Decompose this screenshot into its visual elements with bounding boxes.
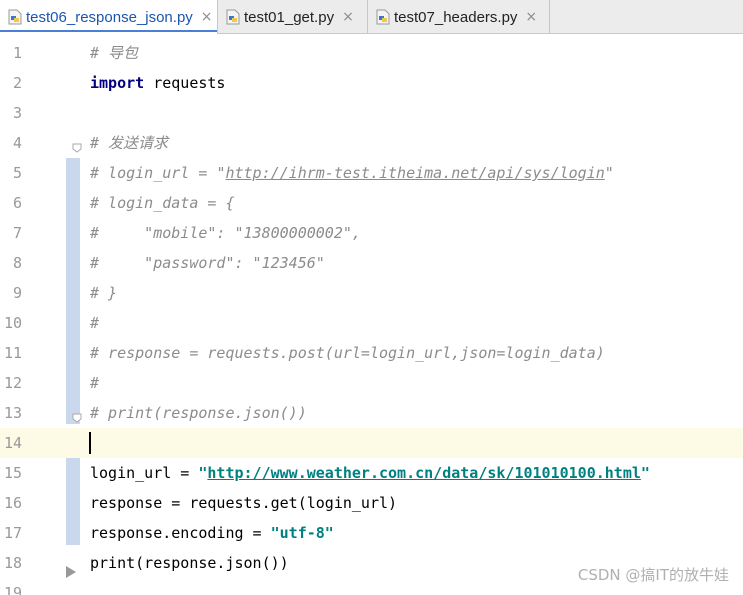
line-number: 9 — [12, 284, 22, 302]
line-number: 8 — [12, 254, 22, 272]
line-number: 15 — [3, 464, 22, 482]
text-caret — [89, 432, 91, 454]
python-file-icon — [376, 9, 390, 25]
code-token: # — [90, 374, 100, 392]
line-number: 1 — [12, 44, 22, 62]
code-token: # login_data = { — [90, 194, 235, 212]
code-token: requests — [144, 74, 226, 92]
close-icon[interactable]: × — [342, 9, 354, 25]
line-number: 19 — [3, 584, 22, 595]
code-token: response = requests.get(login_url) — [90, 494, 398, 512]
fold-icon[interactable] — [72, 408, 82, 423]
code-token: # 导包 — [90, 44, 139, 62]
code-text: response.encoding = "utf-8" — [90, 518, 334, 548]
code-token: login_url = — [90, 464, 199, 482]
code-text: # login_data = { — [90, 188, 235, 218]
code-line[interactable]: 13 # print(response.json()) — [0, 398, 743, 428]
code-token: # "password": "123456" — [90, 254, 325, 272]
code-editor[interactable]: 1 # 导包 2 import requests 3 4 # 发送请求 5 # login_ur… — [0, 34, 743, 595]
code-line[interactable]: 3 — [0, 98, 743, 128]
fold-icon[interactable] — [72, 138, 82, 153]
code-line[interactable]: 5 # login_url = "http://ihrm-test.itheima… — [0, 158, 743, 188]
line-number: 16 — [3, 494, 22, 512]
code-line[interactable]: 7 # "mobile": "13800000002", — [0, 218, 743, 248]
line-number: 3 — [12, 104, 22, 122]
line-number: 12 — [3, 374, 22, 392]
code-token: response.encoding = — [90, 524, 271, 542]
code-line[interactable]: 14 — [0, 428, 743, 458]
line-number: 13 — [3, 404, 22, 422]
code-text: # 导包 — [90, 38, 138, 68]
python-file-icon — [8, 9, 22, 25]
line-number: 14 — [3, 434, 22, 452]
code-line[interactable]: 16 response = requests.get(login_url) — [0, 488, 743, 518]
line-number: 17 — [3, 524, 22, 542]
run-arrow-icon[interactable] — [66, 566, 76, 578]
close-icon[interactable]: × — [201, 9, 213, 25]
code-text: # response = requests.post(url=login_url… — [90, 338, 605, 368]
code-token: # — [90, 314, 100, 332]
code-token: # response = requests.post(url=login_url… — [90, 344, 605, 362]
code-token: http://ihrm-test.itheima.net/api/sys/log… — [225, 164, 605, 182]
code-token: # 发送请求 — [90, 134, 169, 152]
code-line[interactable]: 11 # response = requests.post(url=login_u… — [0, 338, 743, 368]
code-text: import requests — [90, 68, 225, 98]
line-number: 5 — [12, 164, 22, 182]
code-token: import — [90, 74, 145, 92]
code-text: # "mobile": "13800000002", — [90, 218, 361, 248]
tab-label: test06_response_json.py — [26, 8, 193, 26]
line-number: 11 — [3, 344, 22, 362]
code-token: " — [604, 164, 614, 182]
editor-tab-bar: test06_response_json.py × test01_get.py … — [0, 0, 743, 34]
code-token: "utf-8" — [270, 524, 334, 542]
code-text: print(response.json()) — [90, 548, 289, 578]
watermark: CSDN @搞IT的放牛娃 — [577, 566, 729, 584]
code-line[interactable]: 9 # } — [0, 278, 743, 308]
tab-label: test01_get.py — [244, 8, 335, 26]
tab-test01-get[interactable]: test01_get.py × — [218, 0, 368, 34]
close-icon[interactable]: × — [525, 9, 537, 25]
code-token: # } — [90, 284, 118, 302]
tab-label: test07_headers.py — [394, 8, 518, 26]
line-number: 10 — [3, 314, 22, 332]
code-line[interactable]: 2 import requests — [0, 68, 743, 98]
code-token: # print(response.json()) — [90, 404, 307, 422]
code-token: # login_url = — [90, 164, 217, 182]
code-line[interactable]: 6 # login_data = { — [0, 188, 743, 218]
code-text: response = requests.get(login_url) — [90, 488, 397, 518]
code-text: # "password": "123456" — [90, 248, 325, 278]
line-number: 2 — [12, 74, 22, 92]
line-number: 4 — [12, 134, 22, 152]
code-token: print(response.json()) — [90, 554, 289, 572]
tab-test07-headers[interactable]: test07_headers.py × — [368, 0, 550, 34]
line-number: 7 — [12, 224, 22, 242]
code-line[interactable]: 17 response.encoding = "utf-8" — [0, 518, 743, 548]
line-number: 6 — [12, 194, 22, 212]
code-token: http://www.weather.com.cn/data/sk/101010… — [207, 464, 641, 482]
code-text: # print(response.json()) — [90, 398, 307, 428]
code-text: # 发送请求 — [90, 128, 168, 158]
code-text: login_url = "http://www.weather.com.cn/d… — [90, 458, 650, 488]
code-line[interactable]: 10 # — [0, 308, 743, 338]
code-text: # — [90, 308, 99, 338]
code-text: # — [90, 368, 99, 398]
tab-test06-response-json[interactable]: test06_response_json.py × — [0, 0, 218, 34]
python-file-icon — [226, 9, 240, 25]
code-text: # } — [90, 278, 117, 308]
code-line[interactable]: 15 login_url = "http://www.weather.com.cn… — [0, 458, 743, 488]
code-token: " — [640, 464, 650, 482]
line-number: 18 — [3, 554, 22, 572]
code-token: # "mobile": "13800000002", — [90, 224, 361, 242]
code-text: # login_url = "http://ihrm-test.itheima.… — [90, 158, 614, 188]
code-line[interactable]: 1 # 导包 — [0, 38, 743, 68]
code-line[interactable]: 4 # 发送请求 — [0, 128, 743, 158]
code-line[interactable]: 12 # — [0, 368, 743, 398]
code-line[interactable]: 8 # "password": "123456" — [0, 248, 743, 278]
